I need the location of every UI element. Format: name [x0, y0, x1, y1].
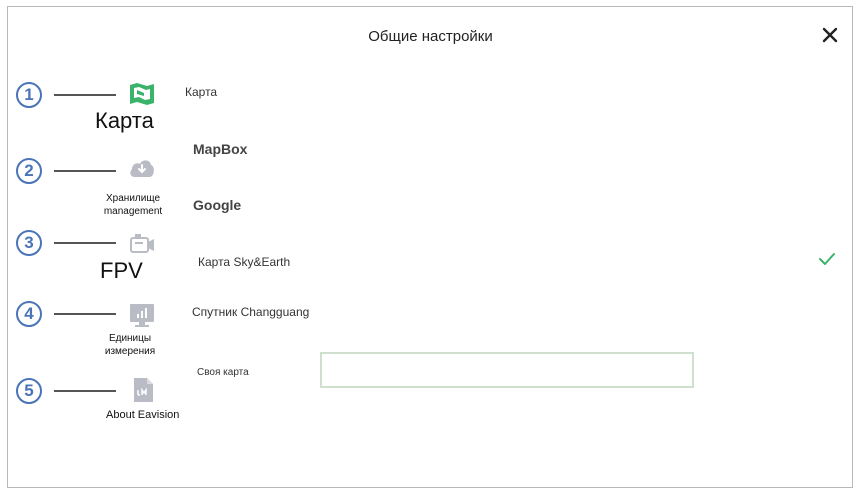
check-icon: [818, 252, 836, 266]
document-icon: [134, 378, 153, 402]
map-option-changguang[interactable]: Спутник Changguang: [192, 305, 309, 319]
camera-icon: [130, 234, 154, 253]
label-line: management: [103, 206, 163, 217]
callout-number: 4: [16, 301, 42, 327]
callout-number: 1: [16, 82, 42, 108]
custom-map-input[interactable]: [320, 352, 694, 388]
sidebar-item-map-label: Карта: [95, 108, 154, 133]
sidebar-item-about-label: About Eavision: [106, 409, 180, 421]
monitor-chart-icon: [130, 304, 154, 327]
sidebar-item-fpv-label: FPV: [100, 258, 143, 283]
dialog-title: Общие настройки: [368, 28, 493, 45]
callout-4: 4: [16, 301, 120, 329]
callout-number: 3: [16, 230, 42, 256]
callout-line: [54, 390, 116, 392]
callout-line: [54, 313, 116, 315]
label-line: Единицы: [108, 333, 152, 344]
sidebar-item-units[interactable]: [128, 302, 156, 328]
callout-line: [54, 94, 116, 96]
map-icon: [130, 83, 154, 105]
sidebar-item-storage[interactable]: [128, 156, 156, 182]
callout-line: [54, 170, 116, 172]
callout-number: 2: [16, 158, 42, 184]
callout-2: 2: [16, 158, 120, 186]
map-option-sky-earth[interactable]: Карта Sky&Earth: [198, 255, 290, 269]
sidebar-item-units-label: Единицы измерения: [100, 332, 160, 358]
sidebar-item-fpv[interactable]: [128, 231, 156, 257]
callout-3: 3: [16, 230, 120, 258]
callout-1: 1: [16, 82, 120, 110]
close-icon[interactable]: [821, 26, 839, 44]
map-option-google[interactable]: Google: [193, 197, 241, 213]
map-option-mapbox[interactable]: MapBox: [193, 141, 247, 157]
custom-map-label: Своя карта: [197, 367, 249, 378]
section-label: Карта: [185, 85, 218, 99]
sidebar-item-map[interactable]: [128, 81, 156, 107]
label-line: измерения: [104, 346, 156, 357]
callout-line: [54, 242, 116, 244]
sidebar-item-storage-label: Хранилище management: [100, 192, 166, 218]
sidebar-item-about[interactable]: [130, 376, 158, 402]
label-line: Хранилище: [106, 193, 160, 204]
callout-5: 5: [16, 378, 120, 406]
cloud-download-icon: [130, 160, 154, 177]
callout-number: 5: [16, 378, 42, 404]
